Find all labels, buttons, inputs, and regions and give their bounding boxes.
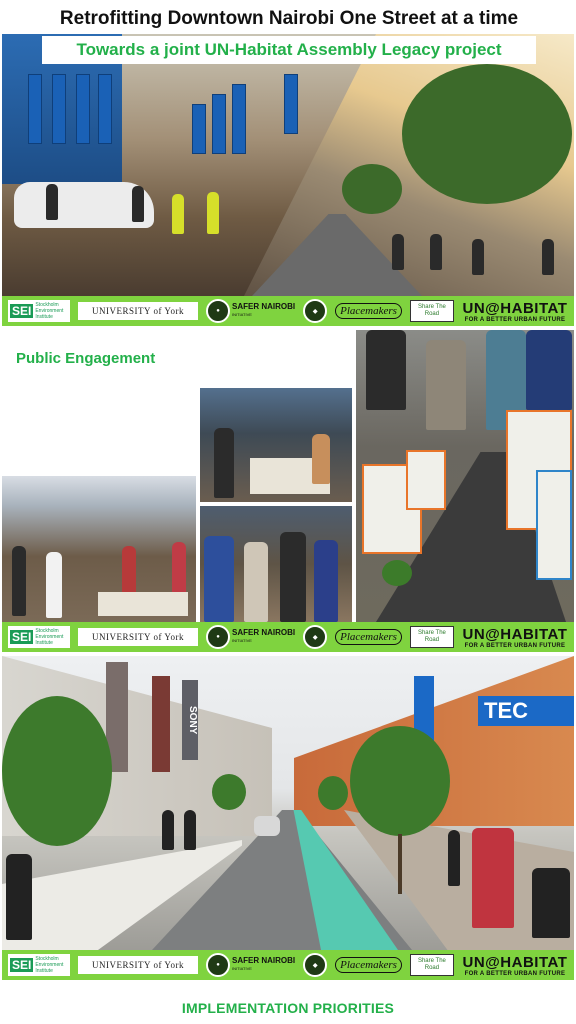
ad-banner xyxy=(212,94,226,154)
county-seal-icon: ◆ xyxy=(303,299,328,323)
person xyxy=(280,532,306,622)
safer-nairobi-logo: ● SAFER NAIROBI INITIATIVE xyxy=(206,299,295,323)
model-building xyxy=(406,450,446,510)
pedestrian xyxy=(162,810,174,850)
group-discussion-photo xyxy=(200,506,352,622)
person xyxy=(204,536,234,622)
person xyxy=(214,428,234,498)
un-habitat-logo: UN@HABITAT FOR A BETTER URBAN FUTURE xyxy=(462,953,568,977)
street-photo-collage xyxy=(2,34,574,296)
safer-nairobi-icon: ● xyxy=(206,953,230,977)
university-of-york-logo: UNIVERSITY of York xyxy=(78,302,198,320)
pedestrian xyxy=(207,192,219,234)
university-of-york-logo: UNIVERSITY of York xyxy=(78,956,198,974)
person xyxy=(46,552,62,618)
car xyxy=(254,816,280,836)
street-tree xyxy=(318,776,348,810)
tree-trunk xyxy=(398,834,402,894)
person xyxy=(312,434,330,484)
street-model-photo xyxy=(356,330,574,622)
safer-nairobi-icon: ● xyxy=(206,299,230,323)
county-seal-icon: ◆ xyxy=(303,953,328,977)
share-the-road-logo: Share The Road xyxy=(409,300,454,322)
implementation-priorities-heading: IMPLEMENTATION PRIORITIES xyxy=(2,982,574,1024)
tecno-sign: TEC xyxy=(478,696,574,726)
safer-nairobi-icon: ● xyxy=(206,625,230,649)
street-rendering-panel: SONY TEC xyxy=(2,656,574,980)
person xyxy=(314,540,338,622)
person xyxy=(426,340,466,430)
pedestrian xyxy=(472,828,514,928)
model-building xyxy=(536,470,572,580)
infographic-page: Retrofitting Downtown Nairobi One Street… xyxy=(0,0,576,1024)
model-tree xyxy=(382,560,412,586)
street-tree xyxy=(2,696,112,846)
person xyxy=(366,330,406,410)
page-subtitle: Towards a joint UN-Habitat Assembly Lega… xyxy=(42,36,536,64)
street-tree xyxy=(342,164,402,214)
street-rendering: SONY TEC xyxy=(2,656,574,950)
vertical-sign xyxy=(152,676,170,772)
partner-logo-bar: SEI Stockholm Environment Institute UNIV… xyxy=(2,622,574,652)
placemakers-logo: Placemakers xyxy=(335,629,402,645)
share-the-road-logo: Share The Road xyxy=(409,626,454,648)
ad-banner xyxy=(232,84,246,154)
sony-sign: SONY xyxy=(182,680,198,760)
pedestrian xyxy=(472,239,484,275)
placemakers-logo: Placemakers xyxy=(335,957,402,973)
person xyxy=(12,546,26,616)
model-viewing-photo xyxy=(200,388,352,502)
share-the-road-logo: Share The Road xyxy=(409,954,454,976)
public-engagement-panel: Public Engagement xyxy=(2,330,574,652)
person xyxy=(244,542,268,622)
sei-logo: SEI Stockholm Environment Institute xyxy=(8,300,70,322)
ad-banner xyxy=(98,74,112,144)
safer-nairobi-logo: ● SAFER NAIROBI INITIATIVE xyxy=(206,625,295,649)
street-tree xyxy=(402,64,572,204)
un-habitat-logo: UN@HABITAT FOR A BETTER URBAN FUTURE xyxy=(462,625,568,649)
pedestrian xyxy=(6,854,32,940)
university-of-york-logo: UNIVERSITY of York xyxy=(78,628,198,646)
ad-banner xyxy=(76,74,90,144)
ad-banner xyxy=(52,74,66,144)
pedestrian xyxy=(46,184,58,220)
page-title: Retrofitting Downtown Nairobi One Street… xyxy=(42,4,536,34)
ad-banner xyxy=(192,104,206,154)
sei-logo: SEI Stockholm Environment Institute xyxy=(8,954,70,976)
safer-nairobi-logo: ● SAFER NAIROBI INITIATIVE xyxy=(206,953,295,977)
street-engagement-photo xyxy=(2,476,196,622)
pedestrian xyxy=(172,194,184,234)
pedestrian xyxy=(392,234,404,270)
street-tree xyxy=(212,774,246,810)
ad-banner xyxy=(28,74,42,144)
street-photo-panel xyxy=(2,34,574,326)
pedestrian xyxy=(184,810,196,850)
pedestrian xyxy=(132,186,144,222)
pedestrian xyxy=(448,830,460,886)
street-tree xyxy=(350,726,450,836)
photographer xyxy=(532,868,570,938)
placemakers-logo: Placemakers xyxy=(335,303,402,319)
county-seal-icon: ◆ xyxy=(303,625,328,649)
sei-logo: SEI Stockholm Environment Institute xyxy=(8,626,70,648)
un-habitat-logo: UN@HABITAT FOR A BETTER URBAN FUTURE xyxy=(462,299,568,323)
partner-logo-bar: SEI Stockholm Environment Institute UNIV… xyxy=(2,296,574,326)
model-table xyxy=(98,592,188,616)
ad-banner xyxy=(284,74,298,134)
pedestrian xyxy=(430,234,442,270)
person xyxy=(526,330,572,410)
partner-logo-bar: SEI Stockholm Environment Institute UNIV… xyxy=(2,950,574,980)
public-engagement-heading: Public Engagement xyxy=(16,350,156,367)
pedestrian xyxy=(542,239,554,275)
